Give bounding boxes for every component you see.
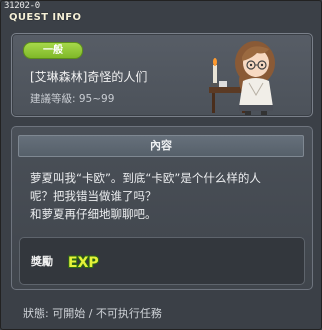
exp-icon-text: EXP: [68, 255, 99, 271]
quest-name: [艾琳森林]奇怪的人们: [30, 70, 148, 84]
npc-portrait: [209, 41, 275, 115]
quest-description: 萝夏叫我“卡欧”。到底“卡欧”是个什么样的人 呢？把我错当做谁了吗？ 和萝夏再仔…: [30, 169, 306, 223]
exp-icon[interactable]: EXP: [67, 251, 99, 271]
content-header: 內容: [18, 135, 304, 157]
quest-status: 狀態: 可開始 / 不可执行任務: [23, 307, 162, 320]
description-line: 和萝夏再仔细地聊聊吧。: [30, 207, 157, 221]
description-line: 呢？把我错当做谁了吗？: [30, 189, 157, 203]
window-title: QUEST INFO: [9, 12, 82, 23]
category-badge: 一般: [23, 42, 83, 59]
quest-info-window: 31202-0 QUEST INFO 一般 [艾琳森林]奇怪的人们 建議等級: …: [0, 0, 322, 330]
description-line: 萝夏叫我“卡欧”。到底“卡欧”是个什么样的人: [30, 171, 261, 185]
reward-box: [19, 237, 305, 285]
quest-id: 31202-0: [4, 1, 40, 11]
recommended-level: 建議等級: 95~99: [30, 93, 115, 105]
reward-label: 獎勵: [31, 255, 53, 268]
